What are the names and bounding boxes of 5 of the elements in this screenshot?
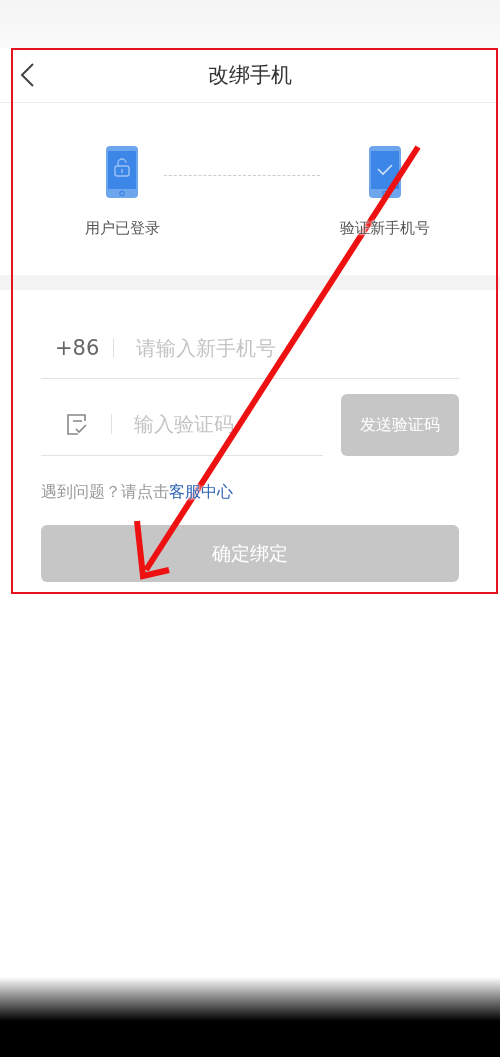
phone-field[interactable]: 请输入新手机号 (136, 318, 459, 378)
code-field[interactable]: 输入验证码 (134, 393, 323, 455)
step-label: 用户已登录 (84, 219, 160, 238)
country-code[interactable]: +86 (41, 336, 113, 360)
page-title: 改绑手机 (208, 62, 292, 89)
